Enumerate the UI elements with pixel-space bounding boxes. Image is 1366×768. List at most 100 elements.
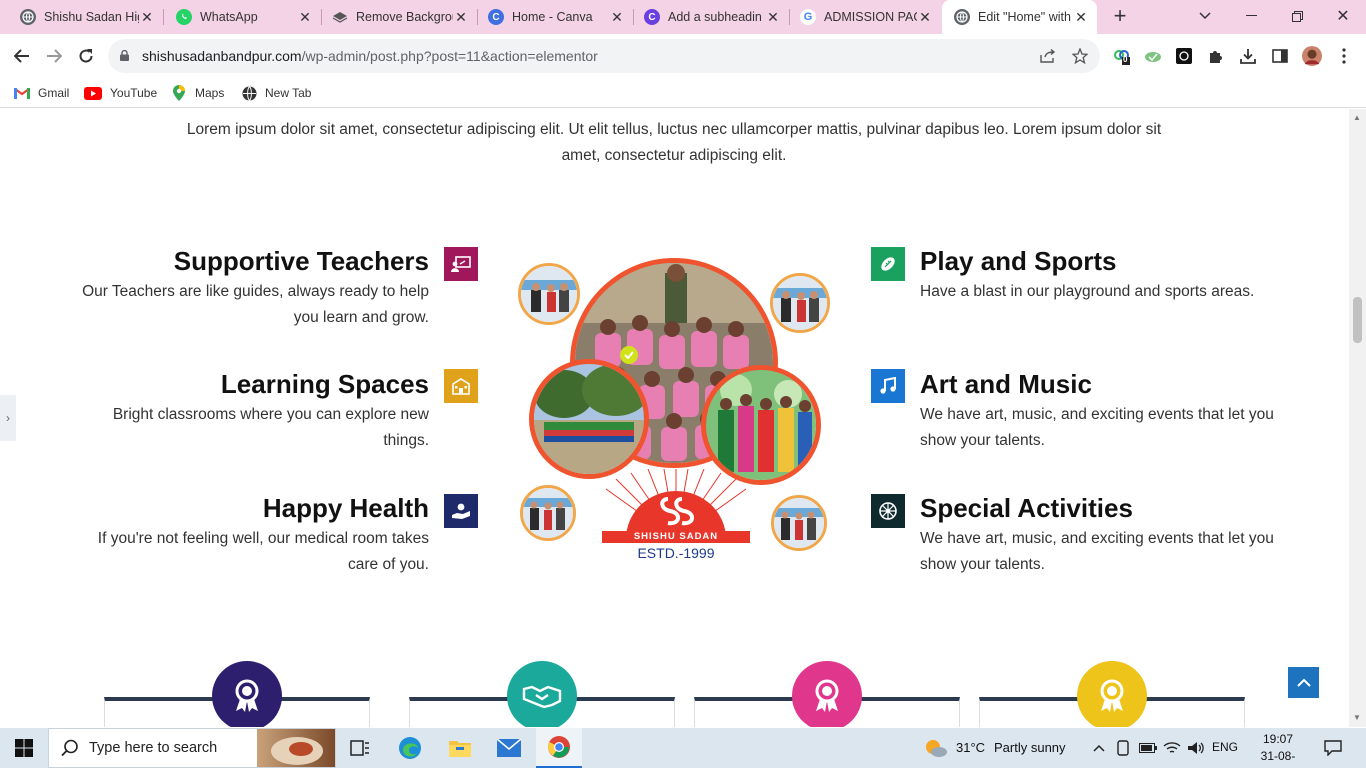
clock-time: 19:07 bbox=[1262, 732, 1294, 746]
close-icon[interactable]: ✕ bbox=[1073, 9, 1089, 26]
tab-admission-page[interactable]: G ADMISSION PAGI ✕ bbox=[790, 0, 941, 34]
weather-icon[interactable] bbox=[922, 728, 950, 768]
extension-cloud-icon[interactable] bbox=[1143, 46, 1163, 66]
clock[interactable]: 19:07 31-08-2023 bbox=[1248, 731, 1308, 768]
restore-button[interactable] bbox=[1274, 0, 1320, 32]
chevron-up-icon bbox=[1296, 678, 1311, 687]
feature-title: Play and Sports bbox=[920, 246, 1117, 276]
close-icon[interactable]: ✕ bbox=[297, 9, 313, 26]
page-scrollbar[interactable]: ▲ ▼ bbox=[1349, 109, 1366, 727]
scroll-to-top-button[interactable] bbox=[1288, 667, 1319, 698]
extensions-puzzle-icon[interactable] bbox=[1206, 46, 1226, 66]
award-ribbon-icon bbox=[212, 661, 282, 727]
bookmark-maps[interactable]: Maps bbox=[171, 83, 224, 103]
profile-avatar[interactable] bbox=[1302, 46, 1322, 66]
bookmark-new-tab[interactable]: New Tab bbox=[241, 83, 311, 103]
globe-icon bbox=[241, 85, 257, 101]
feature-title: Supportive Teachers bbox=[173, 246, 429, 276]
weather-temperature[interactable]: 31°C bbox=[956, 740, 985, 755]
feature-play-and-sports: Play and Sports Have a blast in our play… bbox=[920, 245, 1280, 305]
minimize-button[interactable] bbox=[1228, 0, 1274, 32]
phone-link-icon[interactable] bbox=[1114, 728, 1132, 768]
taskbar-search-box[interactable]: Type here to search bbox=[48, 728, 336, 768]
language-indicator[interactable]: ENG bbox=[1212, 740, 1238, 754]
tab-shishu-sadan[interactable]: Shishu Sadan Hig ✕ bbox=[0, 0, 163, 34]
url-text: shishusadanbandpur.com/wp-admin/post.php… bbox=[142, 48, 598, 64]
tab-add-subheading[interactable]: C Add a subheadin ✕ bbox=[634, 0, 789, 34]
handshake-icon bbox=[507, 661, 577, 727]
side-panel-icon[interactable] bbox=[1270, 46, 1290, 66]
small-photo-top-left bbox=[518, 263, 580, 325]
scrollbar-thumb[interactable] bbox=[1353, 297, 1362, 343]
tab-title: Edit "Home" with bbox=[978, 10, 1071, 24]
music-note-icon bbox=[871, 369, 905, 403]
windows-taskbar: Type here to search 31°C Partly sunny EN… bbox=[0, 728, 1366, 768]
bookmark-youtube[interactable]: YouTube bbox=[84, 83, 157, 103]
mail-icon[interactable] bbox=[489, 728, 529, 768]
notification-icon[interactable] bbox=[1318, 728, 1348, 768]
close-icon[interactable]: ✕ bbox=[917, 9, 933, 26]
new-tab-button[interactable]: + bbox=[1110, 5, 1130, 27]
address-bar[interactable]: shishusadanbandpur.com/wp-admin/post.php… bbox=[108, 39, 1100, 73]
feature-title: Art and Music bbox=[920, 369, 1092, 399]
volume-icon[interactable] bbox=[1186, 728, 1206, 768]
show-hidden-icons-chevron-icon[interactable] bbox=[1090, 728, 1108, 768]
feature-title: Special Activities bbox=[920, 493, 1133, 523]
bookmark-label: New Tab bbox=[265, 86, 312, 100]
google-icon: G bbox=[800, 9, 816, 25]
search-icon bbox=[61, 739, 78, 757]
close-icon[interactable]: ✕ bbox=[765, 9, 781, 26]
url-domain: shishusadanbandpur.com bbox=[142, 48, 302, 64]
scroll-up-arrow-icon[interactable]: ▲ bbox=[1353, 113, 1361, 122]
tab-edit-home[interactable]: Edit "Home" with ✕ bbox=[942, 0, 1097, 34]
tab-search-chevron-icon[interactable] bbox=[1182, 0, 1228, 32]
small-photo-bottom-left bbox=[520, 485, 576, 541]
feature-text: We have art, music, and exciting events … bbox=[920, 530, 1274, 573]
extension-chatgpt-icon[interactable] bbox=[1174, 46, 1194, 66]
file-explorer-icon[interactable] bbox=[440, 728, 480, 768]
bookmark-gmail[interactable]: Gmail bbox=[14, 83, 69, 103]
school-building-icon bbox=[444, 369, 478, 403]
page-content: Lorem ipsum dolor sit amet, consectetur … bbox=[0, 109, 1366, 727]
more-menu-icon[interactable] bbox=[1334, 46, 1354, 66]
intro-paragraph: Lorem ipsum dolor sit amet, consectetur … bbox=[186, 121, 1162, 164]
tab-title: Remove Backgrou bbox=[356, 10, 453, 24]
extension-link-icon[interactable]: 0 bbox=[1112, 46, 1132, 66]
football-icon bbox=[871, 247, 905, 281]
close-icon[interactable]: ✕ bbox=[139, 9, 155, 26]
photo-cultural-event bbox=[701, 365, 821, 485]
edge-browser-icon[interactable] bbox=[390, 728, 430, 768]
close-icon[interactable]: ✕ bbox=[609, 9, 625, 26]
chrome-taskbar-icon[interactable] bbox=[536, 728, 582, 768]
feature-supportive-teachers: Supportive Teachers Our Teachers are lik… bbox=[69, 245, 429, 331]
wifi-icon[interactable] bbox=[1162, 728, 1182, 768]
tab-strip: Shishu Sadan Hig ✕ WhatsApp ✕ Remove Bac… bbox=[0, 0, 1366, 34]
share-icon[interactable] bbox=[1038, 46, 1058, 66]
school-photo-collage: SHISHU SADAN ESTD.-1999 bbox=[512, 257, 836, 577]
tab-whatsapp[interactable]: WhatsApp ✕ bbox=[164, 0, 321, 34]
teacher-board-icon bbox=[444, 247, 478, 281]
feature-happy-health: Happy Health If you're not feeling well,… bbox=[69, 492, 429, 578]
back-button[interactable] bbox=[10, 44, 34, 68]
close-icon[interactable]: ✕ bbox=[453, 9, 469, 26]
feature-text: If you're not feeling well, our medical … bbox=[97, 530, 429, 573]
tab-remove-background[interactable]: Remove Backgrou ✕ bbox=[322, 0, 477, 34]
download-icon[interactable] bbox=[1238, 46, 1258, 66]
photo-assembly bbox=[529, 359, 649, 479]
tab-home-canva[interactable]: C Home - Canva ✕ bbox=[478, 0, 633, 34]
close-window-button[interactable]: ✕ bbox=[1320, 0, 1366, 32]
battery-icon[interactable] bbox=[1138, 728, 1158, 768]
scroll-down-arrow-icon[interactable]: ▼ bbox=[1353, 713, 1361, 722]
forward-button[interactable] bbox=[42, 44, 66, 68]
feature-learning-spaces: Learning Spaces Bright classrooms where … bbox=[69, 368, 429, 454]
globe-icon bbox=[954, 9, 970, 25]
weather-description[interactable]: Partly sunny bbox=[994, 740, 1066, 755]
task-view-icon[interactable] bbox=[340, 728, 380, 768]
bookmark-label: YouTube bbox=[110, 86, 158, 100]
bookmark-label: Maps bbox=[195, 86, 225, 100]
start-button[interactable] bbox=[0, 728, 48, 768]
bookmark-star-icon[interactable] bbox=[1070, 46, 1090, 66]
reload-button[interactable] bbox=[74, 44, 98, 68]
logo-estd: ESTD.-1999 bbox=[637, 545, 715, 561]
editor-panel-toggle[interactable]: › bbox=[0, 395, 16, 441]
